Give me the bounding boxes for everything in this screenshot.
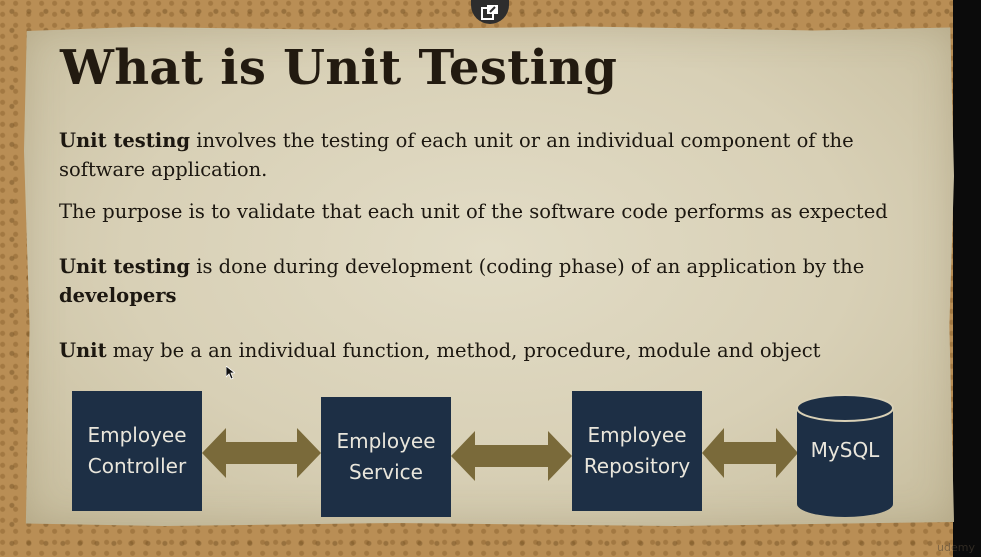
bold-term: Unit testing xyxy=(59,129,191,152)
slide: What is Unit Testing Unit testing involv… xyxy=(24,26,954,526)
employee-service-box: Employee Service xyxy=(321,397,451,517)
box-label-line2: Repository xyxy=(583,454,691,478)
box-label-line2: Controller xyxy=(87,454,187,478)
double-arrow-icon xyxy=(451,431,572,481)
paragraph-when: Unit testing is done during development … xyxy=(59,252,929,310)
mysql-label: MySQL xyxy=(810,438,880,462)
employee-controller-box: Employee Controller xyxy=(72,391,202,511)
paragraph-text: The purpose is to validate that each uni… xyxy=(59,200,888,223)
mouse-pointer-icon xyxy=(226,366,235,380)
box-label-line2: Service xyxy=(349,460,423,484)
external-window-icon xyxy=(481,5,498,20)
box-label-line1: Employee xyxy=(336,429,436,453)
paragraph-unit-definition: Unit may be a an individual function, me… xyxy=(59,336,929,365)
viewer-edge xyxy=(953,0,981,557)
bold-term-developers: developers xyxy=(59,284,177,307)
paragraph-purpose: The purpose is to validate that each uni… xyxy=(59,197,929,226)
paragraph-unit-testing-definition: Unit testing involves the testing of eac… xyxy=(59,126,929,184)
box-label-line1: Employee xyxy=(587,423,687,447)
employee-repository-box: Employee Repository xyxy=(572,391,702,511)
udemy-watermark: udemy xyxy=(937,541,975,554)
paragraph-text: may be a an individual function, method,… xyxy=(106,339,821,362)
paragraph-text: is done during development (coding phase… xyxy=(190,255,865,278)
slide-title: What is Unit Testing xyxy=(60,40,618,96)
bold-term: Unit testing xyxy=(59,255,191,278)
bold-term: Unit xyxy=(59,339,107,362)
double-arrow-icon xyxy=(702,428,798,478)
double-arrow-icon xyxy=(202,428,321,478)
box-label-line1: Employee xyxy=(87,423,187,447)
